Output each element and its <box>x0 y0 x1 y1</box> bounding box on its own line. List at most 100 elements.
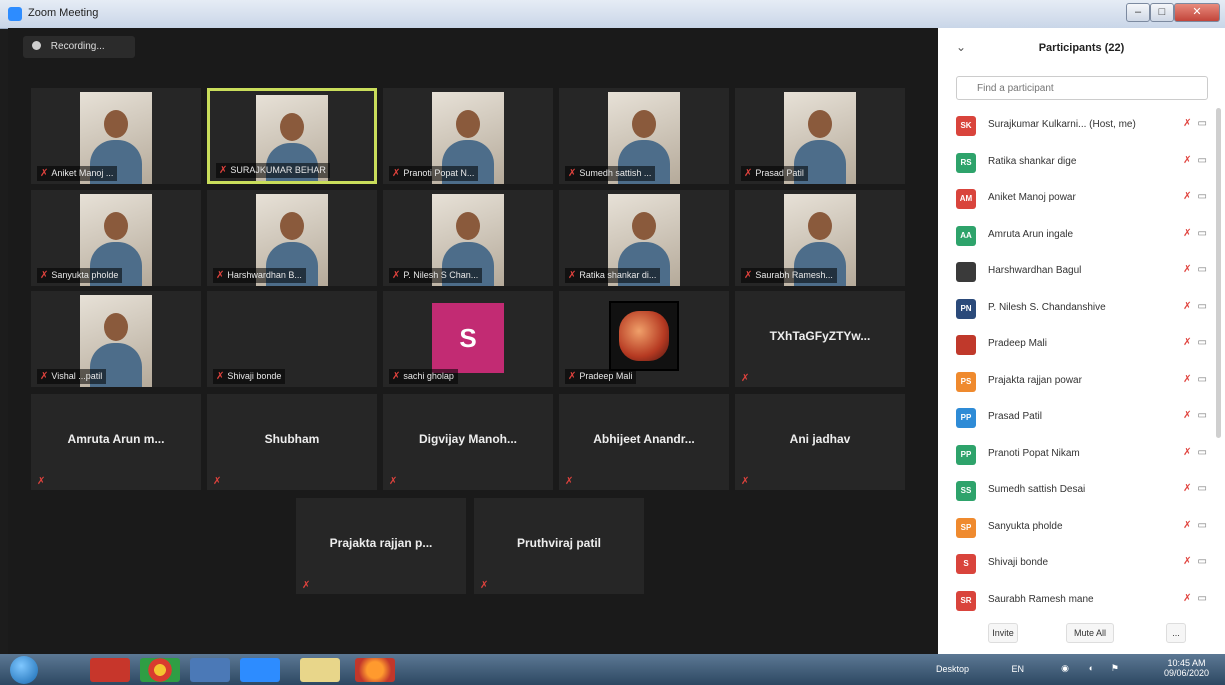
participant-tile[interactable]: ✗ Pranoti Popat N... <box>383 88 553 184</box>
video-off-icon[interactable]: ▭ <box>1198 593 1207 604</box>
start-button[interactable] <box>10 656 38 684</box>
mute-all-button[interactable]: Mute All <box>1066 623 1114 643</box>
video-off-icon[interactable]: ▭ <box>1198 228 1207 239</box>
acrobat-icon[interactable] <box>90 658 130 682</box>
participant-tile[interactable]: ✗ Sanyukta pholde <box>31 190 201 286</box>
participant-row[interactable]: Harshwardhan Bagul ✗ ▭ <box>938 254 1215 291</box>
participant-name: Shivaji bonde <box>988 557 1049 568</box>
muted-mic-icon[interactable]: ✗ <box>1183 520 1191 531</box>
participant-row[interactable]: AM Aniket Manoj powar ✗ ▭ <box>938 181 1215 218</box>
video-off-icon[interactable]: ▭ <box>1198 264 1207 275</box>
participant-tile[interactable]: Amruta Arun m... ✗ <box>31 394 201 490</box>
video-off-icon[interactable]: ▭ <box>1198 447 1207 458</box>
participant-tile[interactable]: ✗ Harshwardhan B... <box>207 190 377 286</box>
participant-row[interactable]: PS Prajakta rajjan powar ✗ ▭ <box>938 364 1215 401</box>
participant-tile[interactable]: ✗ Pradeep Mali <box>559 291 729 387</box>
participant-tile[interactable]: ✗ P. Nilesh S Chan... <box>383 190 553 286</box>
video-off-icon[interactable]: ▭ <box>1198 118 1207 129</box>
participant-name-label: ✗ P. Nilesh S Chan... <box>389 268 483 283</box>
muted-mic-icon: ✗ <box>392 168 401 179</box>
recording-indicator[interactable]: Recording... <box>23 36 135 58</box>
participant-row[interactable]: SP Sanyukta pholde ✗ ▭ <box>938 510 1215 547</box>
participant-tile[interactable]: ✗ Sumedh sattish ... <box>559 88 729 184</box>
video-off-icon[interactable]: ▭ <box>1198 520 1207 531</box>
participant-tile[interactable]: ✗ Shivaji bonde <box>207 291 377 387</box>
chrome-icon[interactable] <box>140 658 180 682</box>
participant-name: Pradeep Mali <box>579 371 633 381</box>
muted-mic-icon[interactable]: ✗ <box>1183 447 1191 458</box>
muted-mic-icon[interactable]: ✗ <box>1183 337 1191 348</box>
video-off-icon[interactable]: ▭ <box>1198 301 1207 312</box>
muted-mic-icon[interactable]: ✗ <box>1183 556 1191 567</box>
video-off-icon[interactable]: ▭ <box>1198 483 1207 494</box>
more-options-button[interactable]: ... <box>1166 623 1186 643</box>
explorer-icon[interactable] <box>190 658 230 682</box>
firefox-icon[interactable] <box>355 658 395 682</box>
muted-mic-icon[interactable]: ✗ <box>1183 483 1191 494</box>
close-button[interactable]: ✕ <box>1174 3 1220 22</box>
language-indicator[interactable]: EN <box>1011 664 1024 674</box>
maximize-button[interactable]: □ <box>1150 3 1174 22</box>
participant-row[interactable]: PP Prasad Patil ✗ ▭ <box>938 400 1215 437</box>
participant-tile[interactable]: Prajakta rajjan p... ✗ <box>296 498 466 594</box>
video-off-icon[interactable]: ▭ <box>1198 155 1207 166</box>
muted-mic-icon[interactable]: ✗ <box>1183 191 1191 202</box>
muted-mic-icon[interactable]: ✗ <box>1183 118 1191 129</box>
muted-mic-icon[interactable]: ✗ <box>1183 155 1191 166</box>
participant-tile[interactable]: TXhTaGFyZTYw... ✗ <box>735 291 905 387</box>
participant-name: Shivaji bonde <box>227 371 282 381</box>
participant-tile[interactable]: ✗ SURAJKUMAR BEHAR <box>207 88 377 184</box>
muted-mic-icon[interactable]: ✗ <box>1183 410 1191 421</box>
video-off-icon[interactable]: ▭ <box>1198 410 1207 421</box>
muted-mic-icon: ✗ <box>216 270 225 281</box>
network-icon[interactable]: ◉ <box>1061 663 1069 674</box>
participant-tile[interactable]: ✗ Aniket Manoj ... <box>31 88 201 184</box>
notes-icon[interactable] <box>300 658 340 682</box>
scrollbar[interactable] <box>1216 108 1221 438</box>
participant-row[interactable]: PP Pranoti Popat Nikam ✗ ▭ <box>938 437 1215 474</box>
video-off-icon[interactable]: ▭ <box>1198 374 1207 385</box>
clock[interactable]: 10:45 AM 09/06/2020 <box>1164 658 1209 678</box>
video-off-icon[interactable]: ▭ <box>1198 337 1207 348</box>
zoom-taskbar-icon[interactable] <box>240 658 280 682</box>
participant-name-center: Digvijay Manoh... <box>418 432 517 446</box>
participant-name: Pranoti Popat Nikam <box>988 447 1080 459</box>
participant-tile[interactable]: ✗ Saurabh Ramesh... <box>735 190 905 286</box>
person-head <box>280 212 304 240</box>
participant-row[interactable]: SK Surajkumar Kulkarni... (Host, me) ✗ ▭ <box>938 108 1215 145</box>
flag-icon[interactable]: ⚑ <box>1111 663 1119 674</box>
muted-mic-icon[interactable]: ✗ <box>1183 374 1191 385</box>
participant-row[interactable]: PN P. Nilesh S. Chandanshive ✗ ▭ <box>938 291 1215 328</box>
participant-status-icons: ✗ ▭ <box>1183 155 1207 166</box>
muted-mic-icon: ✗ <box>40 168 49 179</box>
person-head <box>808 110 832 138</box>
participant-tile[interactable]: S ✗ sachi gholap <box>383 291 553 387</box>
participant-status-icons: ✗ ▭ <box>1183 593 1207 604</box>
participant-tile[interactable]: ✗ Prasad Patil <box>735 88 905 184</box>
participant-row[interactable]: SS Sumedh sattish Desai ✗ ▭ <box>938 473 1215 510</box>
volume-icon[interactable]: ◐ <box>1089 663 1094 673</box>
participant-row[interactable]: SR Saurabh Ramesh mane ✗ ▭ <box>938 583 1215 620</box>
participant-tile[interactable]: Shubham ✗ <box>207 394 377 490</box>
minimize-button[interactable]: – <box>1126 3 1150 22</box>
participant-row[interactable]: S Shivaji bonde ✗ ▭ <box>938 546 1215 583</box>
invite-button[interactable]: Invite <box>988 623 1018 643</box>
muted-mic-icon[interactable]: ✗ <box>1183 264 1191 275</box>
muted-mic-icon[interactable]: ✗ <box>1183 228 1191 239</box>
participant-avatar <box>956 262 976 282</box>
participant-tile[interactable]: Pruthviraj patil ✗ <box>474 498 644 594</box>
video-off-icon[interactable]: ▭ <box>1198 191 1207 202</box>
desktop-toolbar-label[interactable]: Desktop <box>936 664 969 674</box>
participant-tile[interactable]: ✗ Ratika shankar di... <box>559 190 729 286</box>
participant-tile[interactable]: ✗ Vishal ...patil <box>31 291 201 387</box>
video-off-icon[interactable]: ▭ <box>1198 556 1207 567</box>
participant-row[interactable]: AA Amruta Arun ingale ✗ ▭ <box>938 218 1215 255</box>
participant-tile[interactable]: Abhijeet Anandr... ✗ <box>559 394 729 490</box>
participant-tile[interactable]: Ani jadhav ✗ <box>735 394 905 490</box>
participant-row[interactable]: RS Ratika shankar dige ✗ ▭ <box>938 145 1215 182</box>
participant-row[interactable]: Pradeep Mali ✗ ▭ <box>938 327 1215 364</box>
participant-tile[interactable]: Digvijay Manoh... ✗ <box>383 394 553 490</box>
muted-mic-icon[interactable]: ✗ <box>1183 593 1191 604</box>
muted-mic-icon[interactable]: ✗ <box>1183 301 1191 312</box>
find-participant-input[interactable] <box>956 76 1208 100</box>
